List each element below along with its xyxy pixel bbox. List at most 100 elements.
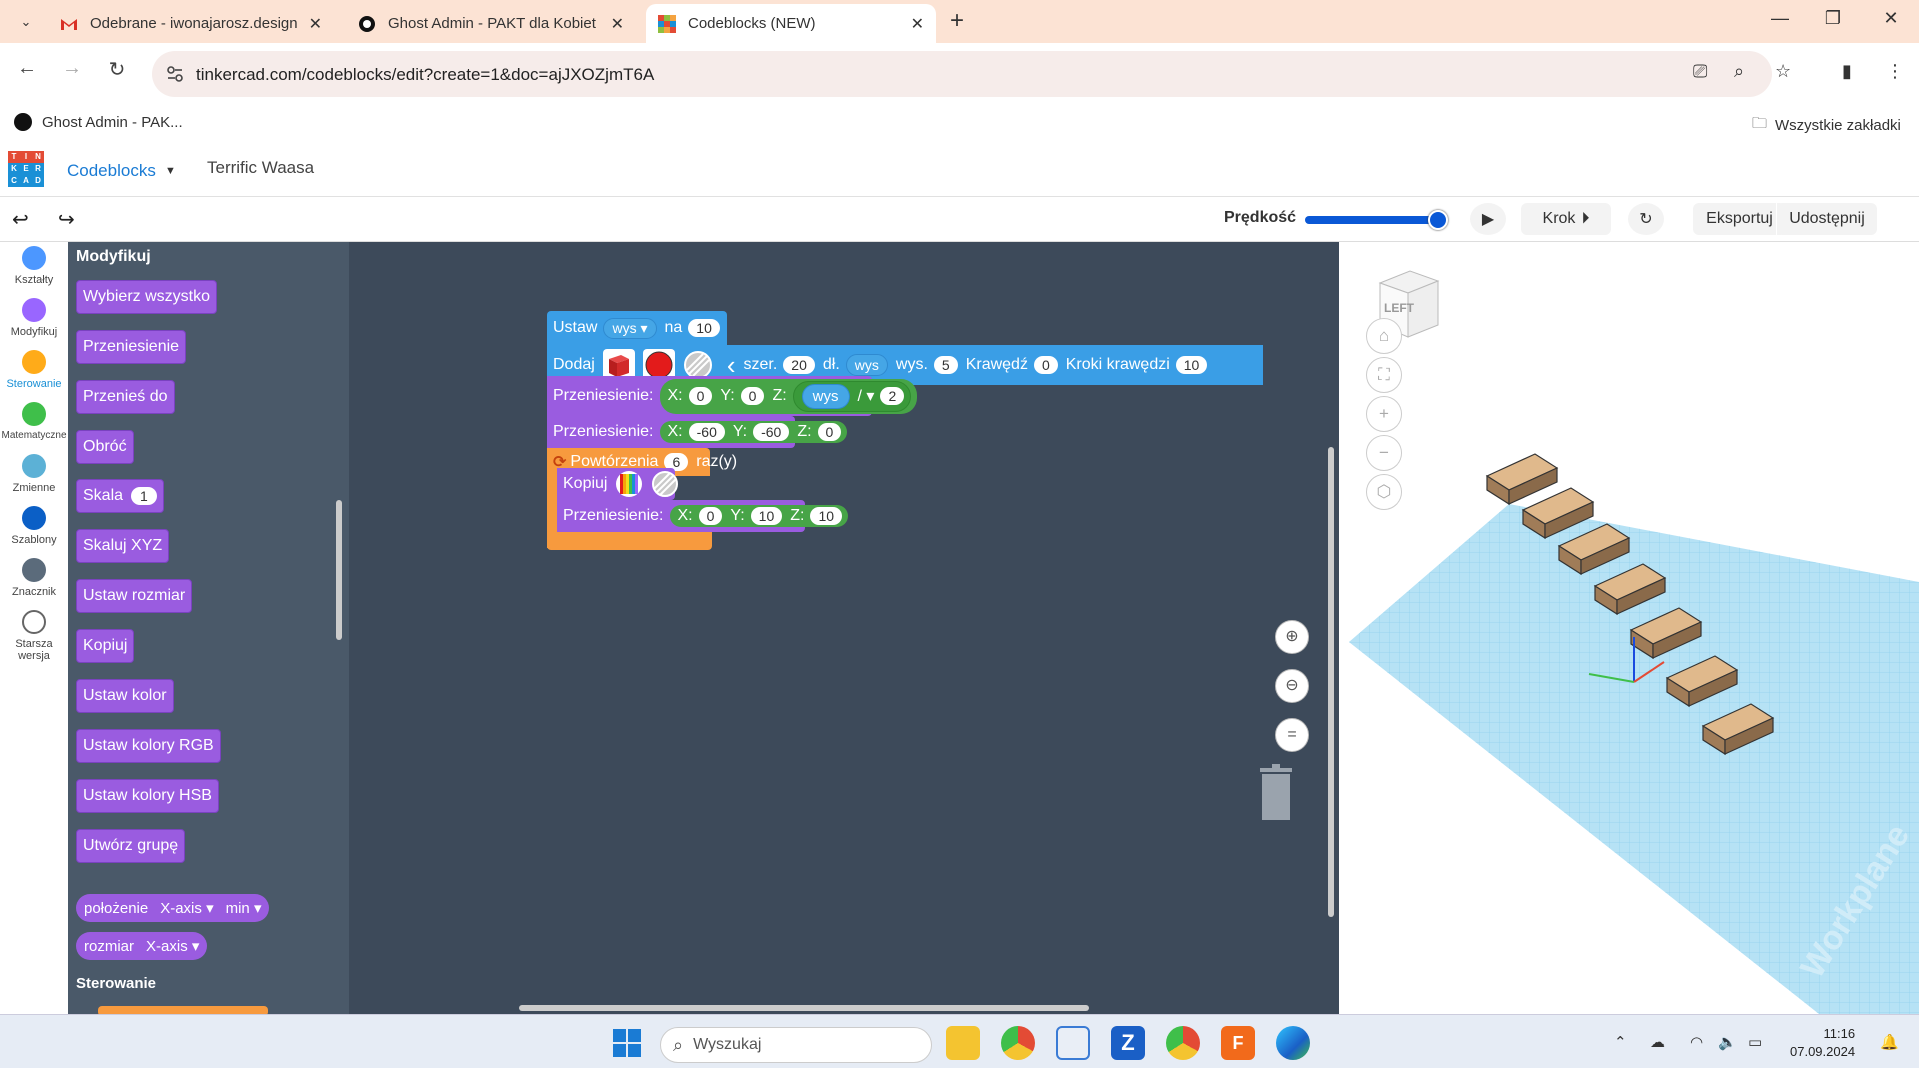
zoom-app-icon[interactable]: Z: [1111, 1026, 1145, 1060]
block-scale-xyz[interactable]: Skaluj XYZ: [76, 529, 170, 563]
share-button[interactable]: Udostępnij: [1777, 203, 1877, 235]
new-tab-icon[interactable]: +: [950, 7, 964, 35]
move-block-3[interactable]: Przeniesienie: X: 0 Y: 10 Z: 10: [557, 500, 849, 532]
zoom-out-icon[interactable]: ⊖: [1275, 669, 1309, 703]
file-explorer-icon[interactable]: [946, 1026, 980, 1060]
workspace-hscrollbar[interactable]: [519, 1005, 1089, 1011]
block-control-partial[interactable]: [98, 1006, 268, 1014]
chrome-profile-icon[interactable]: [1166, 1026, 1200, 1060]
all-bookmarks[interactable]: 🗀 Wszystkie zakładki: [1752, 113, 1901, 138]
trash-icon[interactable]: [1254, 762, 1298, 824]
z-input[interactable]: 0: [817, 423, 842, 441]
edge-icon[interactable]: [1276, 1026, 1310, 1060]
snipping-tool-icon[interactable]: [1056, 1026, 1090, 1060]
zoom-in-icon[interactable]: ⊕: [1275, 620, 1309, 654]
home-view-icon[interactable]: ⌂: [1366, 318, 1402, 354]
workspace-vscrollbar[interactable]: [1328, 447, 1334, 917]
category-variables[interactable]: Zmienne: [0, 454, 68, 494]
3d-viewport[interactable]: Workplane LEFT ⌂ ⛶ + − ⬡: [1339, 242, 1919, 1014]
block-create-group[interactable]: Utwórz grupę: [76, 829, 186, 863]
install-app-icon[interactable]: ⎚: [1693, 61, 1707, 82]
block-set-size[interactable]: Ustaw rozmiar: [76, 579, 193, 613]
scale-input[interactable]: 1: [131, 487, 157, 505]
length-variable[interactable]: wys: [845, 354, 888, 376]
category-math[interactable]: Matematyczne: [0, 402, 68, 441]
back-icon[interactable]: ←: [12, 57, 42, 80]
height-input[interactable]: 5: [933, 356, 958, 374]
tinkercad-logo[interactable]: TIN KER CAD: [8, 151, 44, 187]
block-move[interactable]: Przeniesienie: [76, 330, 187, 364]
extension-icon[interactable]: ▮: [1842, 61, 1852, 82]
x-input[interactable]: -60: [688, 423, 725, 441]
close-icon[interactable]: ✕: [309, 14, 322, 34]
project-name[interactable]: Terrific Waasa: [207, 158, 314, 178]
divisor-input[interactable]: 2: [880, 387, 905, 405]
tab-ghost-admin[interactable]: Ghost Admin - PAKT dla Kobiet ✕: [346, 4, 636, 43]
zoom-in-view-icon[interactable]: +: [1366, 396, 1402, 432]
operator-dropdown[interactable]: / ▾: [858, 386, 875, 406]
copy-block[interactable]: Kopiuj: [557, 468, 679, 500]
zoom-out-view-icon[interactable]: −: [1366, 435, 1402, 471]
forward-icon[interactable]: →: [57, 57, 87, 80]
block-select-all[interactable]: Wybierz wszystko: [76, 280, 217, 314]
block-copy[interactable]: Kopiuj: [76, 629, 135, 663]
y-input[interactable]: 0: [740, 387, 765, 405]
minimize-icon[interactable]: —: [1765, 8, 1795, 29]
math-operator-block[interactable]: wys / ▾ 2: [792, 380, 912, 412]
block-move-to[interactable]: Przenieś do: [76, 380, 175, 414]
block-rotate[interactable]: Obróć: [76, 430, 134, 464]
block-set-rgb[interactable]: Ustaw kolory RGB: [76, 729, 221, 763]
category-modify[interactable]: Modyfikuj: [0, 298, 68, 338]
redo-icon[interactable]: ↪: [58, 207, 75, 232]
close-window-icon[interactable]: ✕: [1876, 8, 1906, 29]
tab-codeblocks[interactable]: Codeblocks (NEW) ✕: [646, 4, 936, 43]
undo-icon[interactable]: ↩: [12, 207, 29, 232]
perspective-icon[interactable]: ⬡: [1366, 474, 1402, 510]
play-button[interactable]: ▶: [1470, 203, 1506, 235]
value-input[interactable]: 10: [688, 319, 720, 337]
bookmark-star-icon[interactable]: ☆: [1775, 61, 1791, 82]
chevron-down-icon[interactable]: ▼: [165, 165, 176, 177]
notification-bell-icon[interactable]: 🔔: [1880, 1033, 1899, 1051]
category-legacy[interactable]: Starsza wersja: [0, 610, 68, 662]
taskbar-clock[interactable]: 11:16 07.09.2024: [1790, 1025, 1855, 1061]
width-input[interactable]: 20: [783, 356, 815, 374]
hole-toggle-icon[interactable]: [651, 470, 679, 498]
axis-dropdown[interactable]: X-axis ▾: [146, 937, 199, 955]
category-templates[interactable]: Szablony: [0, 506, 68, 546]
speed-slider-handle[interactable]: [1428, 210, 1448, 230]
wifi-icon[interactable]: ◠: [1690, 1033, 1703, 1051]
address-bar[interactable]: tinkercad.com/codeblocks/edit?create=1&d…: [152, 51, 1772, 97]
y-input[interactable]: 10: [750, 507, 783, 525]
restore-icon[interactable]: ❐: [1818, 8, 1848, 29]
reset-button[interactable]: ↻: [1628, 203, 1664, 235]
menu-icon[interactable]: ⋮: [1886, 61, 1904, 82]
speed-slider[interactable]: [1305, 216, 1443, 224]
fit-view-icon[interactable]: ⛶: [1366, 357, 1402, 393]
edge-input[interactable]: 0: [1033, 356, 1058, 374]
z-input[interactable]: 10: [810, 507, 843, 525]
axis-dropdown[interactable]: X-axis ▾: [160, 899, 213, 917]
palette-scrollbar[interactable]: [336, 500, 342, 640]
edge-steps-input[interactable]: 10: [1175, 356, 1208, 374]
move-block-1[interactable]: Przeniesienie: X: 0 Y: 0 Z: wys / ▾ 2: [547, 376, 918, 416]
app-mode-label[interactable]: Codeblocks: [67, 161, 156, 181]
windows-start-icon[interactable]: [610, 1026, 644, 1060]
z-variable[interactable]: wys: [801, 383, 850, 409]
network-icon[interactable]: ☁: [1650, 1033, 1665, 1051]
x-input[interactable]: 0: [688, 387, 713, 405]
block-set-color[interactable]: Ustaw kolor: [76, 679, 174, 713]
chevron-up-icon[interactable]: ⌃: [1614, 1033, 1627, 1051]
block-size-reporter[interactable]: rozmiar X-axis ▾: [76, 932, 208, 960]
code-workspace[interactable]: Ustaw wys ▾ na 10 Dodaj ‹ szer. 20 dł. w…: [349, 242, 1339, 1014]
reload-icon[interactable]: ↻: [102, 57, 132, 82]
close-icon[interactable]: ✕: [611, 14, 624, 34]
category-shapes[interactable]: Kształty: [0, 246, 68, 286]
block-position-reporter[interactable]: położenie X-axis ▾ min ▾: [76, 894, 270, 922]
step-button[interactable]: Krok ⏵: [1521, 203, 1611, 235]
chrome-icon[interactable]: [1001, 1026, 1035, 1060]
close-icon[interactable]: ✕: [911, 14, 924, 34]
y-input[interactable]: -60: [753, 423, 790, 441]
category-marker[interactable]: Znacznik: [0, 558, 68, 598]
tab-gmail[interactable]: Odebrane - iwonajarosz.design ✕: [48, 4, 334, 43]
